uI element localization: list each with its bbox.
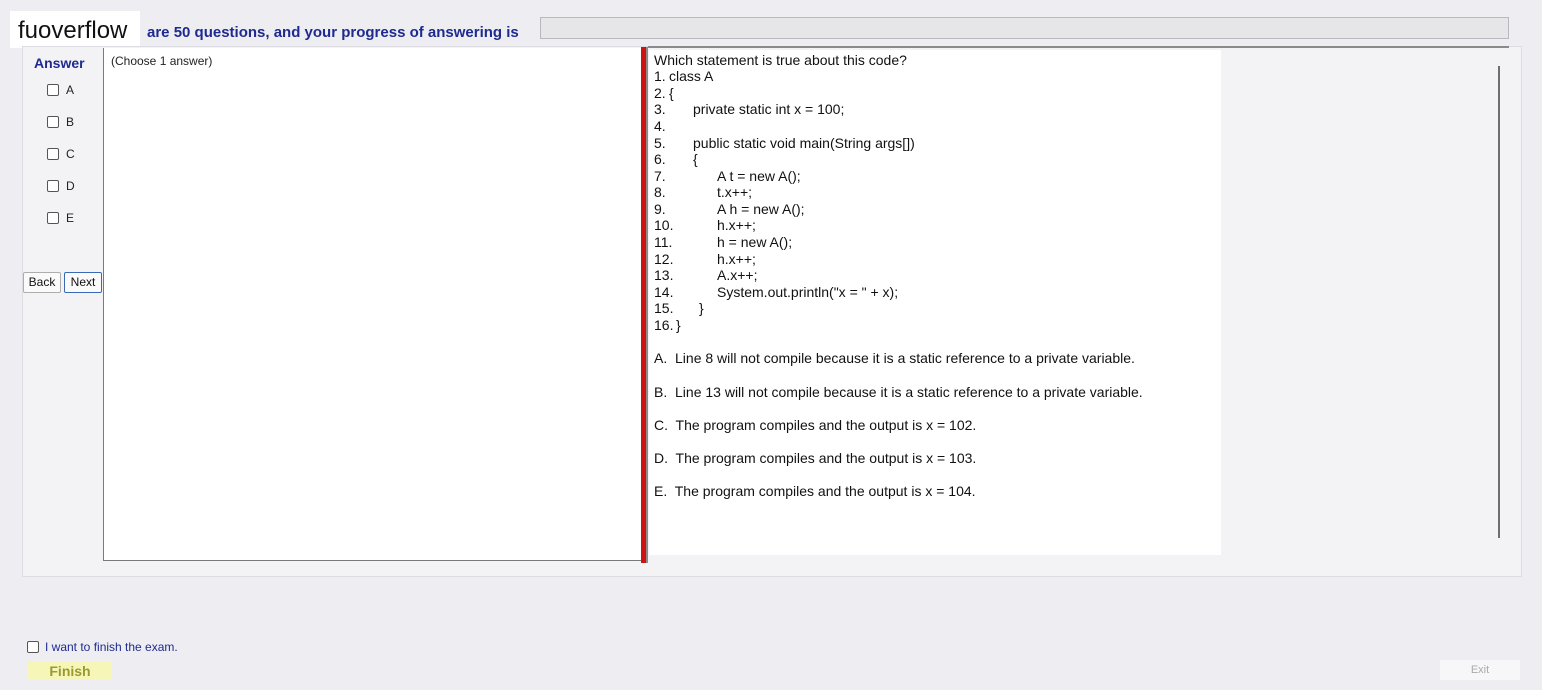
code-line-number: 1. xyxy=(654,68,666,84)
finish-checkbox-row[interactable]: I want to finish the exam. xyxy=(27,640,178,654)
finish-button[interactable]: Finish xyxy=(28,661,112,680)
code-line-number: 2. xyxy=(654,85,666,101)
answer-option-label: A xyxy=(66,83,75,97)
checkbox-c[interactable] xyxy=(47,148,59,160)
code-line-number: 9. xyxy=(654,201,666,217)
logo: fuoverflow xyxy=(10,11,140,48)
code-line-text: h = new A(); xyxy=(717,234,793,250)
choice-d-text: D. The program compiles and the output i… xyxy=(654,450,977,466)
choice-b-text: B. Line 13 will not compile because it i… xyxy=(654,384,1143,400)
code-line-text: } xyxy=(699,300,704,316)
code-line-text: { xyxy=(693,151,698,167)
back-button[interactable]: Back xyxy=(23,272,61,293)
exit-button[interactable]: Exit xyxy=(1440,660,1520,680)
code-line-text: A.x++; xyxy=(717,267,758,283)
checkbox-e[interactable] xyxy=(47,212,59,224)
answer-option-e[interactable]: E xyxy=(47,210,74,226)
code-line-number: 16. xyxy=(654,317,674,333)
choice-c-text: C. The program compiles and the output i… xyxy=(654,417,977,433)
code-line-text: { xyxy=(669,85,674,101)
code-line-number: 8. xyxy=(654,184,666,200)
code-line-text: t.x++; xyxy=(717,184,753,200)
answer-area xyxy=(103,48,642,561)
choice-a-text: A. Line 8 will not compile because it is… xyxy=(654,350,1135,366)
code-line-number: 15. xyxy=(654,300,674,316)
splitter-shadow xyxy=(646,47,648,563)
progress-bar xyxy=(540,17,1509,39)
code-line-text: public static void main(String args[]) xyxy=(693,135,915,151)
answer-option-label: C xyxy=(66,147,75,161)
code-line-number: 7. xyxy=(654,168,666,184)
answer-option-label: E xyxy=(66,211,75,225)
answer-option-d[interactable]: D xyxy=(47,178,75,194)
code-line-text: h.x++; xyxy=(717,251,756,267)
code-line-number: 11. xyxy=(654,234,673,250)
code-line-text: A h = new A(); xyxy=(717,201,805,217)
next-button[interactable]: Next xyxy=(64,272,102,293)
code-line-text: } xyxy=(676,317,681,333)
code-line-text: A t = new A(); xyxy=(717,168,801,184)
checkbox-a[interactable] xyxy=(47,84,59,96)
question-prompt: Which statement is true about this code? xyxy=(654,52,907,68)
answer-option-a[interactable]: A xyxy=(47,82,74,98)
code-line-text: class A xyxy=(669,68,714,84)
choose-instruction: (Choose 1 answer) xyxy=(111,54,213,68)
finish-checkbox-label: I want to finish the exam. xyxy=(45,640,178,654)
answer-heading: Answer xyxy=(34,55,85,71)
question-panel xyxy=(649,50,1221,555)
code-line-number: 4. xyxy=(654,118,666,134)
code-line-number: 12. xyxy=(654,251,674,267)
answer-option-label: D xyxy=(66,179,75,193)
code-line-text: System.out.println("x = " + x); xyxy=(717,284,899,300)
code-line-number: 3. xyxy=(654,101,666,117)
checkbox-d[interactable] xyxy=(47,180,59,192)
answer-option-b[interactable]: B xyxy=(47,114,74,130)
code-line-number: 6. xyxy=(654,151,666,167)
checkbox-b[interactable] xyxy=(47,116,59,128)
question-top-divider xyxy=(648,46,1509,48)
code-line-number: 10. xyxy=(654,217,674,233)
finish-checkbox[interactable] xyxy=(27,641,39,653)
vertical-scrollbar[interactable] xyxy=(1498,66,1500,538)
answer-option-c[interactable]: C xyxy=(47,146,75,162)
code-line-text: h.x++; xyxy=(717,217,756,233)
code-line-number: 13. xyxy=(654,267,674,283)
answer-option-label: B xyxy=(66,115,75,129)
code-line-number: 14. xyxy=(654,284,674,300)
code-line-number: 5. xyxy=(654,135,666,151)
code-line-text: private static int x = 100; xyxy=(693,101,845,117)
progress-label: are 50 questions, and your progress of a… xyxy=(147,24,519,41)
choice-e-text: E. The program compiles and the output i… xyxy=(654,483,976,499)
